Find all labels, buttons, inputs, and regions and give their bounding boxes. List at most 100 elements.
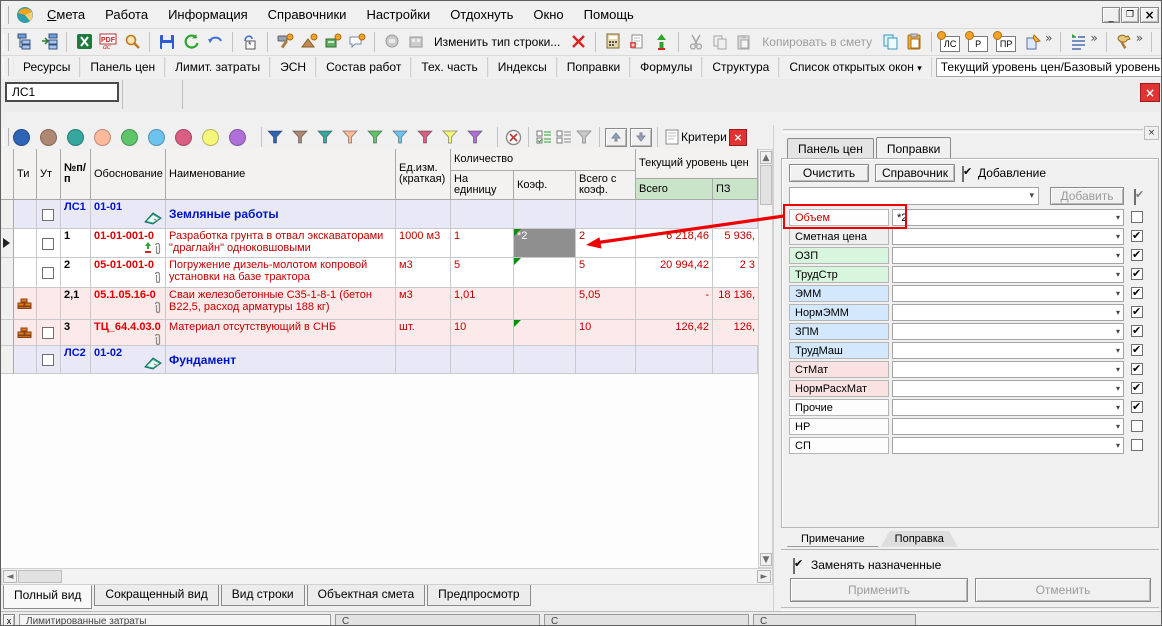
empty-cell[interactable]	[713, 346, 758, 374]
param-checkbox-ОЗП[interactable]	[1131, 249, 1143, 261]
limit-list-icon[interactable]	[1066, 30, 1090, 54]
param-field-Прочие[interactable]: ▾	[892, 399, 1124, 416]
empty-cell[interactable]	[396, 200, 451, 229]
grid-vertical-scrollbar[interactable]: ▲ ▼	[758, 149, 773, 568]
column-header-total[interactable]: Всего	[636, 179, 713, 200]
param-checkbox-Сметная цена[interactable]	[1131, 230, 1143, 242]
unit-cell[interactable]: 1000 м3	[396, 229, 451, 258]
filter-funnel-2[interactable]	[292, 130, 308, 145]
close-panel-button[interactable]: ×	[1144, 126, 1159, 140]
filter-funnel-1[interactable]	[267, 130, 283, 145]
toolbar-grip[interactable]	[3, 58, 9, 76]
type-cell[interactable]	[14, 346, 37, 374]
panel-tab-Поправки[interactable]: Поправки	[557, 57, 630, 77]
param-field-ЭММ[interactable]: ▾	[892, 285, 1124, 302]
column-header-gutter[interactable]	[1, 149, 14, 200]
param-checkbox-НормРасхМат[interactable]	[1131, 382, 1143, 394]
bottom-strip-tab-1[interactable]: С	[335, 614, 540, 626]
type-cell[interactable]	[14, 288, 37, 320]
column-header-coef[interactable]: Коэф.	[514, 171, 576, 200]
price-level-combobox[interactable]: Текущий уровень цен/Базовый уровень цен …	[936, 58, 1162, 77]
param-checkbox-ТрудМаш[interactable]	[1131, 344, 1143, 356]
works-hammer-icon[interactable]	[1112, 30, 1136, 54]
panel-bottom-tab-Поправка[interactable]: Поправка	[881, 531, 958, 547]
mark-circle-8[interactable]	[202, 129, 219, 146]
search-icon[interactable]	[120, 30, 144, 54]
code-cell[interactable]: 05-01-001-0	[91, 258, 166, 288]
unit-cell[interactable]: шт.	[396, 320, 451, 346]
row-indicator-cell[interactable]	[1, 258, 14, 288]
param-checkbox-НР[interactable]	[1131, 420, 1143, 432]
filter-funnel-7[interactable]	[417, 130, 433, 145]
estimate-type-button-Р[interactable]: Р	[968, 36, 988, 52]
column-header-num[interactable]: №п/п	[61, 149, 91, 200]
param-field-ОЗП[interactable]: ▾	[892, 247, 1124, 264]
scroll-down-button[interactable]: ▼	[760, 553, 772, 566]
column-header-unit[interactable]: Ед.изм. (краткая)	[396, 149, 451, 200]
total-coef-cell[interactable]: 2	[576, 229, 636, 258]
excel-export-icon[interactable]	[72, 30, 96, 54]
right-panel-tab-Панель цен[interactable]: Панель цен	[787, 138, 874, 159]
scroll-right-button[interactable]: ►	[757, 570, 771, 583]
hammer-gear-icon[interactable]	[273, 30, 297, 54]
toolbar-grip[interactable]	[3, 128, 9, 146]
column-header-ti[interactable]: Ти	[14, 149, 37, 200]
splitter-band[interactable]	[1, 112, 1162, 126]
column-header-name[interactable]: Наименование	[166, 149, 396, 200]
menu-item-Окно[interactable]: Окно	[523, 3, 573, 26]
toolbar-grip[interactable]	[3, 6, 9, 24]
param-checkbox-Объем[interactable]	[1131, 211, 1143, 223]
overflow-chevron[interactable]: »	[1090, 31, 1097, 45]
column-group-quantity[interactable]: Количество	[451, 149, 636, 171]
approve-cell[interactable]	[37, 320, 61, 346]
panel-tab-Формулы[interactable]: Формулы	[630, 57, 702, 77]
filter-funnel-3[interactable]	[317, 130, 333, 145]
empty-cell[interactable]	[636, 346, 713, 374]
view-tab-Полный вид[interactable]: Полный вид	[3, 585, 92, 609]
panel-tab-Ресурсы[interactable]: Ресурсы	[13, 57, 80, 77]
panel-tab-Панель цен[interactable]: Панель цен	[80, 57, 165, 77]
approve-cell[interactable]	[37, 229, 61, 258]
checked-list-icon[interactable]	[534, 125, 554, 149]
row-indicator-cell[interactable]	[1, 200, 14, 229]
panel-bottom-tab-Примечание[interactable]: Примечание	[787, 531, 879, 547]
row-number-cell[interactable]: 2,1	[61, 288, 91, 320]
menu-item-Отдохнуть[interactable]: Отдохнуть	[440, 3, 523, 26]
bottom-strip-tab-3[interactable]: С	[753, 614, 916, 626]
open-windows-dropdown[interactable]: Список открытых окон ▾	[779, 57, 931, 77]
name-cell[interactable]: Материал отсутствующий в СНБ	[166, 320, 396, 346]
empty-cell[interactable]	[576, 200, 636, 229]
clear-button[interactable]: Очистить	[789, 164, 869, 182]
copy-pages-icon[interactable]	[878, 30, 902, 54]
criteria-button[interactable]: Критери	[681, 130, 727, 144]
type-cell[interactable]	[14, 200, 37, 229]
bottom-strip-tab-2[interactable]: С	[544, 614, 749, 626]
coef-cell[interactable]	[514, 288, 576, 320]
param-checkbox-СП[interactable]	[1131, 439, 1143, 451]
adding-checkbox[interactable]	[962, 166, 964, 182]
filter-funnel-8[interactable]	[442, 130, 458, 145]
empty-cell[interactable]	[514, 346, 576, 374]
code-cell[interactable]: 01-01	[91, 200, 166, 229]
per-unit-cell[interactable]: 10	[451, 320, 514, 346]
column-header-per-unit[interactable]: На единицу	[451, 171, 514, 200]
param-checkbox-СтМат[interactable]	[1131, 363, 1143, 375]
code-cell[interactable]: 01-02	[91, 346, 166, 374]
total-cell[interactable]: -	[636, 288, 713, 320]
bottom-strip-tab-0[interactable]: Лимитированные затраты	[19, 614, 331, 626]
correction-combobox[interactable]: ▾	[789, 187, 1039, 205]
empty-cell[interactable]	[713, 200, 758, 229]
view-tab-Вид строки[interactable]: Вид строки	[221, 585, 305, 606]
scroll-thumb[interactable]	[760, 165, 772, 205]
chevron-down-icon[interactable]: ▾	[1113, 365, 1123, 374]
right-panel-tab-Поправки[interactable]: Поправки	[876, 137, 951, 159]
panel-tab-Структура[interactable]: Структура	[702, 57, 779, 77]
name-cell[interactable]: Погружение дизель-молотом копровой устан…	[166, 258, 396, 288]
approve-cell[interactable]	[37, 288, 61, 320]
comment-gear-icon[interactable]	[345, 30, 369, 54]
column-header-total-coef[interactable]: Всего с коэф.	[576, 171, 636, 200]
empty-cell[interactable]	[396, 346, 451, 374]
column-header-ut[interactable]: Ут	[37, 149, 61, 200]
view-tab-Объектная смета[interactable]: Объектная смета	[307, 585, 426, 606]
delete-row-icon[interactable]	[566, 30, 590, 54]
